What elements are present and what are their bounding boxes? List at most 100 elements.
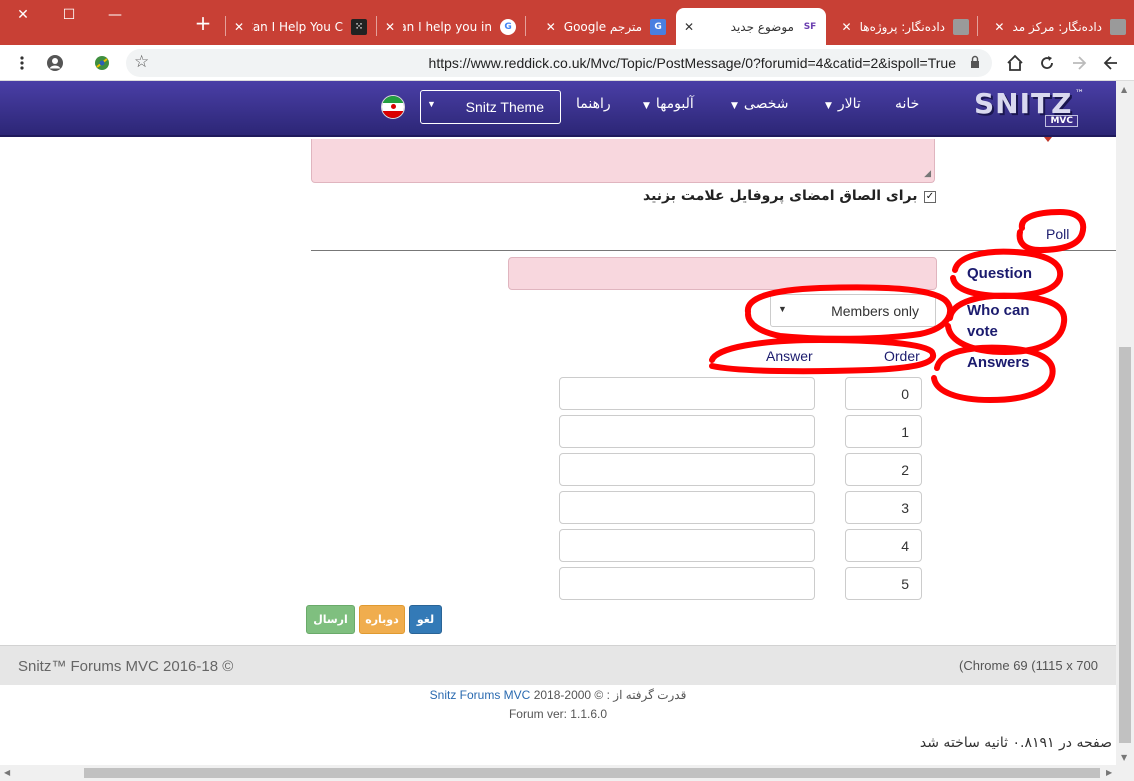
scroll-up-icon[interactable]: ▲ <box>1121 85 1127 94</box>
reset-button[interactable]: دوباره <box>359 605 405 634</box>
answer-input[interactable] <box>559 453 815 486</box>
tab-title: موضوع جدید <box>730 19 794 34</box>
lock-icon[interactable] <box>970 55 980 69</box>
resize-grip-icon[interactable]: ◢ <box>924 169 931 179</box>
powered-by-line: قدرت گرفته از : © 2000-2018 Snitz Forums… <box>0 688 1116 702</box>
snitz-logo[interactable]: SNITZ ™ MVC <box>972 87 1084 129</box>
theme-select-value: Snitz Theme <box>465 99 544 115</box>
tab-separator <box>376 16 377 36</box>
nav-help-label: راهنما <box>576 96 611 112</box>
scroll-right-icon[interactable]: ▶ <box>1106 768 1112 777</box>
logo-trademark: ™ <box>1075 89 1084 99</box>
back-arrow-icon[interactable] <box>1099 51 1123 75</box>
powered-prefix: قدرت گرفته از : <box>606 688 687 702</box>
scroll-down-icon[interactable]: ▼ <box>1121 753 1127 762</box>
snitz-favicon-icon: SF <box>802 18 818 35</box>
answer-column-header: Answer <box>766 348 813 364</box>
answer-row: 1 <box>0 415 1116 449</box>
order-input[interactable]: 5 <box>845 567 922 600</box>
iran-flag-icon[interactable] <box>381 95 405 119</box>
footer-bar: Snitz™ Forums MVC 2016-18 © (Chrome 69 (… <box>0 645 1116 685</box>
site-favicon-icon <box>1110 18 1126 35</box>
close-tab-icon[interactable]: ✕ <box>234 20 244 34</box>
caret-down-icon: ▼ <box>643 101 650 111</box>
profile-avatar-icon[interactable] <box>43 51 67 75</box>
tab-title: Can I help you in <box>403 19 492 34</box>
tab-new-topic[interactable]: SF موضوع جدید ✕ <box>676 8 826 45</box>
vertical-scrollbar[interactable]: ▲ ▼ <box>1116 81 1134 765</box>
nav-forums-label: تالار <box>837 96 861 112</box>
signature-checkbox[interactable]: ✓ <box>924 191 936 203</box>
answer-row: 5 <box>0 567 1116 601</box>
nav-home-label: خانه <box>895 96 920 112</box>
bookmark-star-icon[interactable]: ☆ <box>134 52 149 72</box>
close-tab-icon[interactable]: ✕ <box>994 20 1004 34</box>
maximize-window-icon[interactable]: ☐ <box>46 0 92 30</box>
answer-input[interactable] <box>559 491 815 524</box>
browser-titlebar: ✕ ☐ — + دادەنگار: مرکز مد ✕ دادەنگار: پر… <box>0 0 1134 45</box>
footer-copyright: Snitz™ Forums MVC 2016-18 © <box>18 658 234 675</box>
snitz-forums-link[interactable]: Snitz Forums MVC <box>430 688 531 702</box>
answer-input[interactable] <box>559 415 815 448</box>
answer-row: 0 <box>0 377 1116 411</box>
close-tab-icon[interactable]: ✕ <box>842 20 852 34</box>
order-input[interactable]: 3 <box>845 491 922 524</box>
answer-row: 2 <box>0 453 1116 487</box>
who-can-vote-value: Members only <box>831 303 919 319</box>
forum-version: Forum ver: 1.1.6.0 <box>508 707 608 721</box>
reload-icon[interactable] <box>1035 51 1059 75</box>
google-translate-icon: G <box>650 18 666 35</box>
send-button[interactable]: ارسال <box>306 605 355 634</box>
order-input[interactable]: 1 <box>845 415 922 448</box>
site-navbar: SNITZ ™ MVC خانه تالار ▼ شخصی ▼ آلبومها ▼ ر… <box>0 81 1116 137</box>
close-window-icon[interactable]: ✕ <box>0 0 46 30</box>
tab-datanegar-projects[interactable]: دادەنگار: پروژه‌ها ✕ <box>829 8 977 45</box>
vertical-scroll-thumb[interactable] <box>1119 347 1131 743</box>
order-input[interactable]: 2 <box>845 453 922 486</box>
who-can-vote-label-line2: vote <box>967 323 998 340</box>
new-tab-icon[interactable]: + <box>190 10 216 36</box>
close-tab-icon[interactable]: ✕ <box>546 20 556 34</box>
poll-heading: Poll <box>1046 226 1070 242</box>
answer-input[interactable] <box>559 567 815 600</box>
nav-albums[interactable]: آلبومها ▼ <box>643 96 694 112</box>
caret-down-icon: ▼ <box>825 101 832 111</box>
tab-title: مترجم Google <box>563 19 642 34</box>
order-column-header: Order <box>884 348 920 364</box>
close-tab-icon[interactable]: ✕ <box>684 20 694 34</box>
tab-can-i-help-you-c[interactable]: ⁙ Can I Help You C ✕ <box>226 8 375 45</box>
horizontal-scroll-thumb[interactable] <box>84 768 1100 778</box>
who-can-vote-label: Who can vote <box>967 300 1030 342</box>
nav-forums[interactable]: تالار ▼ <box>825 96 861 112</box>
order-input[interactable]: 0 <box>845 377 922 410</box>
poll-question-input[interactable] <box>508 257 937 290</box>
answer-input[interactable] <box>559 529 815 562</box>
address-bar[interactable]: ☆ https://www.reddick.co.uk/Mvc/Topic/Po… <box>126 49 992 77</box>
theme-select[interactable]: ▼ Snitz Theme <box>420 90 561 124</box>
answer-row: 4 <box>0 529 1116 563</box>
tab-google-translate[interactable]: G مترجم Google ✕ <box>526 8 674 45</box>
scroll-left-icon[interactable]: ◀ <box>4 768 10 777</box>
nav-home[interactable]: خانه <box>895 96 919 112</box>
home-icon[interactable] <box>1003 51 1027 75</box>
minimize-window-icon[interactable]: — <box>92 0 138 30</box>
forward-arrow-icon[interactable] <box>1067 51 1091 75</box>
tab-separator <box>225 16 226 36</box>
tab-can-i-help-you-in[interactable]: G Can I help you in ✕ <box>377 8 524 45</box>
nav-personal[interactable]: شخصی ▼ <box>731 96 789 112</box>
order-input[interactable]: 4 <box>845 529 922 562</box>
tab-datanegar-center[interactable]: دادەنگار: مرکز مد ✕ <box>978 8 1134 45</box>
horizontal-scrollbar[interactable]: ◀ ▶ <box>0 765 1134 781</box>
tab-title: دادەنگار: مرکز مد <box>1012 19 1102 34</box>
extension-globe-icon[interactable] <box>90 51 114 75</box>
tab-title: دادەنگار: پروژه‌ها <box>859 19 945 34</box>
caret-down-icon: ▼ <box>778 304 787 314</box>
cancel-button[interactable]: لغو <box>409 605 442 634</box>
menu-dots-icon[interactable] <box>10 51 34 75</box>
poll-divider <box>311 250 1116 251</box>
close-tab-icon[interactable]: ✕ <box>385 20 395 34</box>
who-can-vote-select[interactable]: ▼ Members only <box>770 294 936 327</box>
answer-input[interactable] <box>559 377 815 410</box>
nav-help[interactable]: راهنما <box>576 96 611 112</box>
message-textarea[interactable]: ◢ <box>311 139 935 183</box>
